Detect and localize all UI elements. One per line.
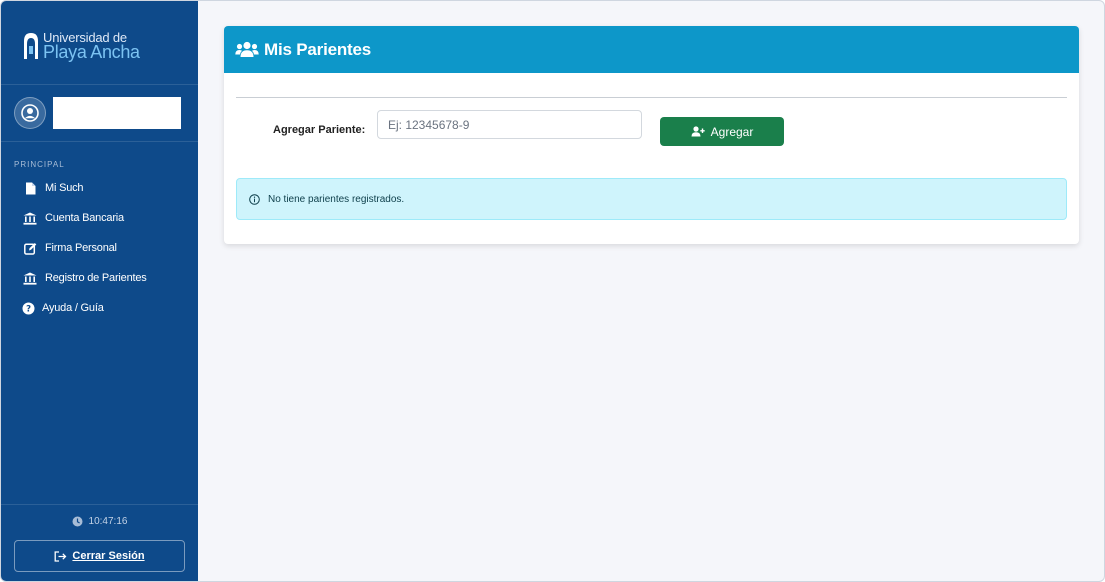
card-divider xyxy=(236,97,1067,98)
sidebar-item-firma-personal[interactable]: Firma Personal xyxy=(1,233,198,263)
university-logo[interactable]: Universidad de Playa Ancha xyxy=(23,29,140,63)
parientes-card: Mis Parientes Agregar Pariente: Agregar … xyxy=(224,26,1079,244)
sidebar-item-label: Cuenta Bancaria xyxy=(45,212,124,224)
clock-icon xyxy=(72,516,83,527)
app-window: Universidad de Playa Ancha PRINCIPAL Mi … xyxy=(0,0,1105,582)
rut-input[interactable] xyxy=(377,110,642,139)
sidebar-item-label: Registro de Parientes xyxy=(45,272,147,284)
alert-text: No tiene parientes registrados. xyxy=(268,193,405,205)
edit-icon xyxy=(22,240,38,256)
sidebar-item-registro-de-parientes[interactable]: Registro de Parientes xyxy=(1,263,198,293)
bank-icon xyxy=(22,270,38,286)
agregar-pariente-label: Agregar Pariente: xyxy=(273,124,366,136)
logout-button[interactable]: Cerrar Sesión xyxy=(14,540,185,572)
logout-label: Cerrar Sesión xyxy=(72,550,145,562)
sidebar-item-label: Ayuda / Guía xyxy=(42,302,104,314)
avatar[interactable] xyxy=(14,97,46,129)
clock: 10:47:16 xyxy=(1,516,198,527)
clock-time: 10:47:16 xyxy=(88,516,128,527)
sidebar-nav: Mi Such Cuenta Bancaria Firma Personal R… xyxy=(1,173,198,323)
sidebar-item-ayuda-guia[interactable]: ? Ayuda / Guía xyxy=(1,293,198,323)
card-header: Mis Parientes xyxy=(224,26,1079,73)
users-icon xyxy=(235,41,259,57)
sidebar-divider xyxy=(1,141,198,142)
question-circle-icon: ? xyxy=(20,300,36,316)
sidebar: Universidad de Playa Ancha PRINCIPAL Mi … xyxy=(1,1,198,581)
svg-text:?: ? xyxy=(26,304,31,314)
page-title: Mis Parientes xyxy=(264,39,372,59)
sidebar-item-cuenta-bancaria[interactable]: Cuenta Bancaria xyxy=(1,203,198,233)
sidebar-item-label: Mi Such xyxy=(45,182,84,194)
empty-state-alert: No tiene parientes registrados. xyxy=(236,178,1067,220)
section-label: PRINCIPAL xyxy=(14,160,65,169)
sign-out-icon xyxy=(54,550,67,562)
user-plus-icon xyxy=(691,126,705,137)
add-pariente-button[interactable]: Agregar xyxy=(660,117,784,146)
add-button-label: Agregar xyxy=(710,124,754,139)
sidebar-divider xyxy=(1,504,198,505)
info-circle-icon xyxy=(249,193,260,205)
user-circle-icon xyxy=(21,104,39,122)
user-profile xyxy=(14,97,181,129)
logo-line-2: Playa Ancha xyxy=(43,42,140,62)
sidebar-item-label: Firma Personal xyxy=(45,242,117,254)
user-name-box xyxy=(53,97,181,129)
sidebar-item-mi-such[interactable]: Mi Such xyxy=(1,173,198,203)
file-icon xyxy=(22,180,38,196)
bank-icon xyxy=(22,210,38,226)
sidebar-divider xyxy=(1,84,198,85)
arch-logo-icon xyxy=(24,33,38,59)
